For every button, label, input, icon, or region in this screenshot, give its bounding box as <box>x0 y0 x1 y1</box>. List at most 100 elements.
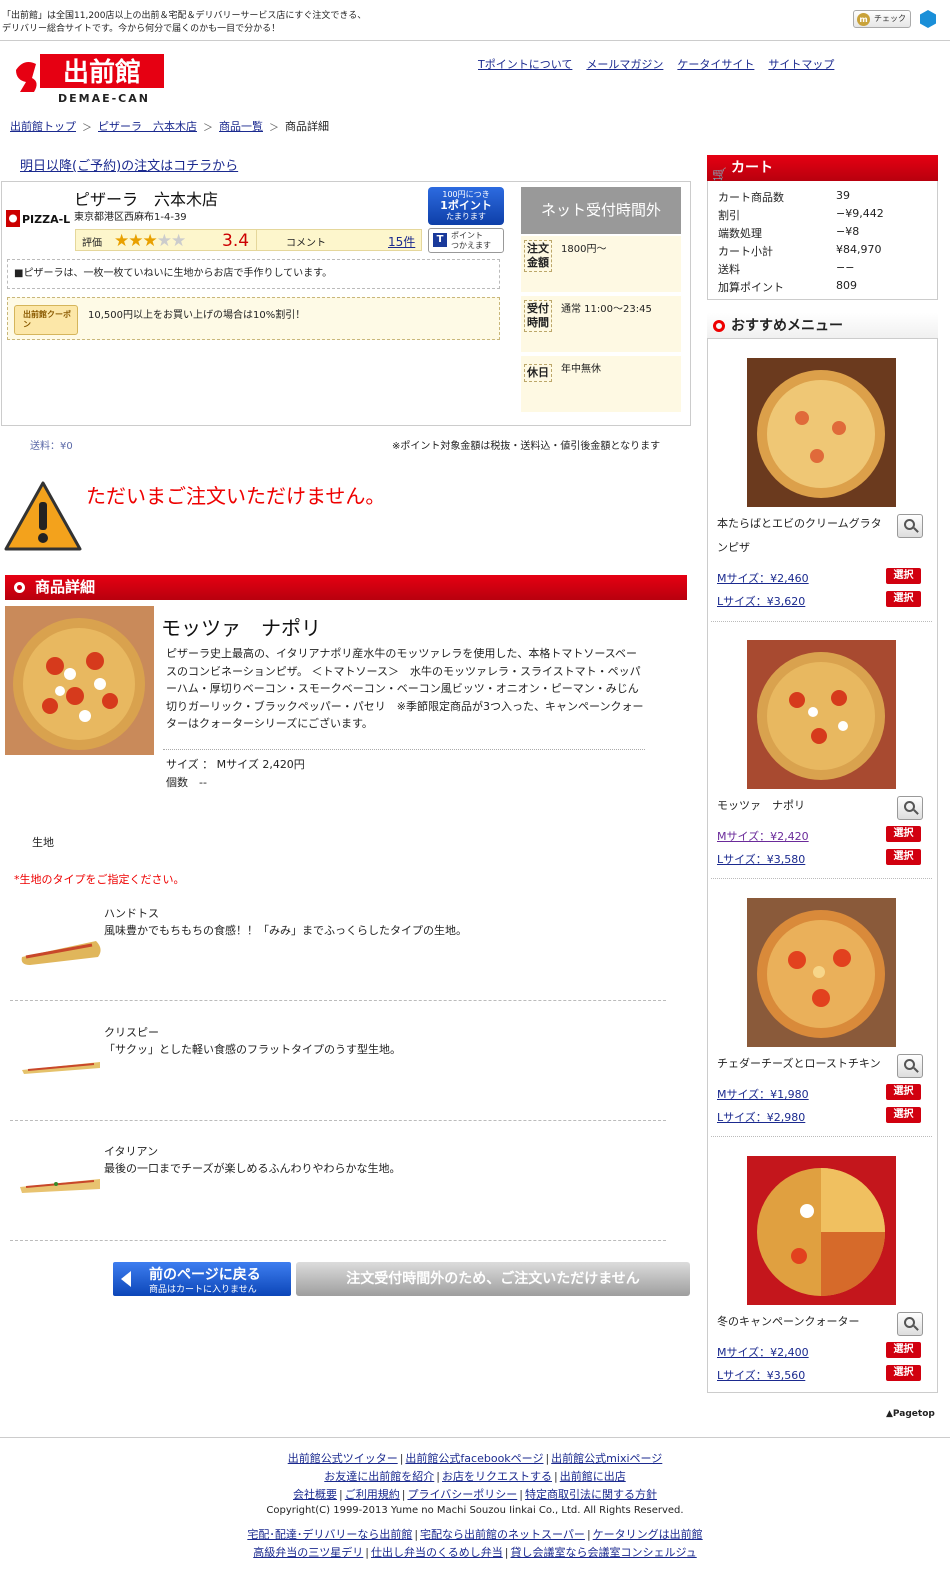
footer-link-invite[interactable]: お友達に出前館を紹介 <box>324 1470 434 1483</box>
section-header-product: 商品詳細 <box>5 575 687 600</box>
recommend-m-price-link[interactable]: Mサイズ：¥2,420 <box>717 828 809 844</box>
footer-link-request[interactable]: お店をリクエストする <box>442 1470 552 1483</box>
dough-name: クリスピー <box>104 1026 159 1039</box>
demaecan-logo[interactable]: 出前館 DEMAE-CAN <box>10 48 170 106</box>
option-divider <box>10 1120 666 1121</box>
tpoint-earn-badge: 100円につき 1ポイント たまります <box>428 187 504 225</box>
reserve-order-link[interactable]: 明日以降(ご予約)の注文はコチラから <box>20 155 238 174</box>
cart-row-value: −¥8 <box>836 225 860 238</box>
recommend-item-image[interactable] <box>747 358 896 507</box>
rating-label: 評価 <box>82 238 102 249</box>
recommend-m-price-link[interactable]: Mサイズ：¥2,400 <box>717 1344 809 1360</box>
footer-link-room[interactable]: 貸し会議室なら会議室コンシェルジュ <box>510 1546 696 1559</box>
magnifier-icon[interactable] <box>897 1054 923 1078</box>
tpoint-use-line2: つかえます <box>451 241 491 250</box>
select-button[interactable]: 選択 <box>886 568 921 584</box>
order-min-label: 注文金額 <box>524 240 552 272</box>
footer-link-company[interactable]: 会社概要 <box>293 1488 337 1501</box>
footer-link-twitter[interactable]: 出前館公式ツイッター <box>288 1452 398 1465</box>
comment-label: コメント <box>286 238 326 249</box>
breadcrumb-list[interactable]: 商品一覧 <box>219 118 263 134</box>
comment-count-link[interactable]: 15件 <box>388 233 415 250</box>
check-button[interactable]: m チェック <box>853 10 911 28</box>
footer-link-netsuper[interactable]: 宅配なら出前館のネットスーパー <box>420 1528 585 1541</box>
chevron-right-icon: ＞ <box>203 122 213 134</box>
tpoint-icon: T <box>433 233 447 247</box>
tpoint-earn-line2: 1ポイント <box>440 199 492 212</box>
select-button[interactable]: 選択 <box>886 1342 921 1358</box>
select-button[interactable]: 選択 <box>886 1107 921 1123</box>
recommend-l-price-link[interactable]: Lサイズ：¥3,620 <box>717 593 805 609</box>
recommend-item-image[interactable] <box>747 898 896 1047</box>
coupon-icon: 出前館クーポン <box>14 305 78 335</box>
select-button[interactable]: 選択 <box>886 826 921 842</box>
coupon-box: 出前館クーポン 10,500円以上をお買い上げの場合は10%割引！ <box>7 297 500 340</box>
arrow-left-icon <box>121 1271 131 1287</box>
shop-name: ピザーラ 六本木店 <box>74 190 219 209</box>
select-button[interactable]: 選択 <box>886 591 921 607</box>
footer-link-facebook[interactable]: 出前館公式facebookページ <box>405 1452 543 1465</box>
cart-row-value: ¥84,970 <box>836 243 882 256</box>
recommend-item-name: 冬のキャンペーンクォーター <box>717 1315 860 1328</box>
recommend-item-image[interactable] <box>747 640 896 789</box>
recommend-l-price-link[interactable]: Lサイズ：¥3,580 <box>717 851 805 867</box>
footer-row: 会社概要 | ご利用規約 | プライバシーポリシー | 特定商取引法に関する方針 <box>293 1488 657 1501</box>
top-links: Tポイントについて メールマガジン ケータイサイト サイトマップ <box>478 56 834 72</box>
select-button[interactable]: 選択 <box>886 849 921 865</box>
recommend-title: おすすめメニュー <box>731 318 843 334</box>
recommend-header: おすすめメニュー <box>707 313 938 339</box>
breadcrumb-shop[interactable]: ピザーラ 六本木店 <box>98 118 197 134</box>
product-image <box>5 606 154 755</box>
mobile-site-link[interactable]: ケータイサイト <box>677 56 754 72</box>
check-label: チェック <box>874 14 906 23</box>
tpoint-use-badge: T ポイント つかえます <box>428 228 504 253</box>
sitemap-link[interactable]: サイトマップ <box>768 56 834 72</box>
pagetop-link[interactable]: ▲Pagetop <box>886 1409 935 1419</box>
holiday-value: 年中無休 <box>561 364 601 375</box>
footer-link-delivery[interactable]: 宅配･配達･デリバリーなら出前館 <box>247 1528 412 1541</box>
rating-divider <box>256 230 257 250</box>
footer-link-commerce-law[interactable]: 特定商取引法に関する方針 <box>525 1488 657 1501</box>
cart-row-label: 割引 <box>718 209 740 222</box>
back-button-label: 前のページに戻る <box>149 1267 261 1283</box>
shop-message: ■ピザーラは、一枚一枚ていねいに生地からお店で手作りしています。 <box>7 259 500 289</box>
footer-link-terms[interactable]: ご利用規約 <box>345 1488 400 1501</box>
italian-image <box>20 1179 100 1193</box>
select-button[interactable]: 選択 <box>886 1365 921 1381</box>
header-divider <box>0 40 950 41</box>
point-note: ※ポイント対象金額は税抜・送料込・値引後金額となります <box>392 441 661 452</box>
magnifier-icon[interactable] <box>897 796 923 820</box>
cart-row-value: −¥9,442 <box>836 207 884 220</box>
footer-link-catering[interactable]: ケータリングは出前館 <box>593 1528 703 1541</box>
recommend-item-image[interactable] <box>747 1156 896 1305</box>
hexagon-icon[interactable] <box>920 10 936 28</box>
footer-link-mixi[interactable]: 出前館公式mixiページ <box>551 1452 662 1465</box>
cart-row-label: カート小計 <box>718 245 773 258</box>
shop-address: 東京都港区西麻布1-4-39 <box>74 212 187 223</box>
back-button[interactable]: 前のページに戻る 商品はカートに入りません <box>113 1262 291 1296</box>
breadcrumb-top[interactable]: 出前館トップ <box>10 118 76 134</box>
recommend-l-price-link[interactable]: Lサイズ：¥2,980 <box>717 1109 805 1125</box>
product-description: ピザーラ史上最高の、イタリアナポリ産水牛のモッツァレラを使用した、本格トマトソー… <box>166 647 644 730</box>
footer-link-bento[interactable]: 仕出し弁当のくるめし弁当 <box>371 1546 503 1559</box>
product-spec: サイズ ： Mサイズ 2,420円 個数 -- <box>166 758 305 789</box>
footer-link-deli[interactable]: 高級弁当の三ツ星デリ <box>253 1546 363 1559</box>
cart-row-label: 端数処理 <box>718 227 762 240</box>
footer-row: 宅配･配達･デリバリーなら出前館 | 宅配なら出前館のネットスーパー | ケータリングは… <box>247 1528 703 1541</box>
mail-magazine-link[interactable]: メールマガジン <box>586 56 663 72</box>
recommend-item-name: チェダーチーズとローストチキン <box>717 1057 881 1070</box>
magnifier-icon[interactable] <box>897 514 923 538</box>
recommend-m-price-link[interactable]: Mサイズ：¥1,980 <box>717 1086 809 1102</box>
section-title: 商品詳細 <box>35 578 96 596</box>
tpoint-link[interactable]: Tポイントについて <box>478 56 572 72</box>
select-button[interactable]: 選択 <box>886 1084 921 1100</box>
recommend-l-price-link[interactable]: Lサイズ：¥3,560 <box>717 1367 805 1383</box>
recommend-m-price-link[interactable]: Mサイズ：¥2,460 <box>717 570 809 586</box>
footer-link-join[interactable]: 出前館に出店 <box>560 1470 626 1483</box>
magnifier-icon[interactable] <box>897 1312 923 1336</box>
crispy-image <box>22 1062 100 1074</box>
dough-label: 生地 <box>32 836 54 849</box>
recommend-divider <box>711 621 932 622</box>
footer-link-privacy[interactable]: プライバシーポリシー <box>407 1488 517 1501</box>
cart-row-label: 加算ポイント <box>718 281 784 294</box>
